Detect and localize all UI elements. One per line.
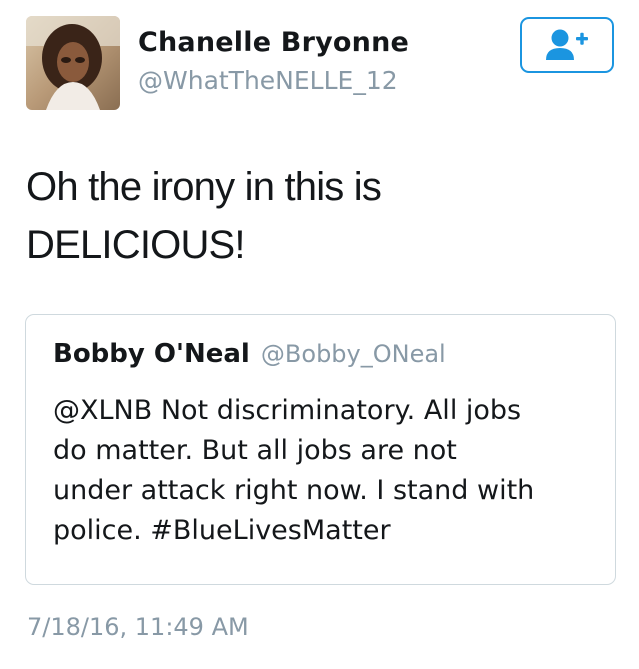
author-avatar[interactable] (26, 16, 120, 110)
author-handle[interactable]: @WhatTheNELLE_12 (138, 66, 398, 95)
quoted-author-handle: @Bobby_ONeal (260, 340, 446, 368)
quoted-text-line: under attack right now. I stand with (53, 475, 535, 506)
quoted-tweet-card[interactable]: Bobby O'Neal @Bobby_ONeal @XLNB Not disc… (25, 314, 616, 585)
quoted-tweet-text: @XLNB Not discriminatory. All jobs do ma… (53, 391, 603, 551)
tweet-text-line: DELICIOUS! (26, 223, 246, 267)
author-display-name[interactable]: Chanelle Bryonne (138, 27, 409, 58)
quoted-text-line: @XLNB Not discriminatory. All jobs (53, 395, 522, 426)
quoted-tweet-header: Bobby O'Neal @Bobby_ONeal (53, 339, 446, 369)
tweet-card: Chanelle Bryonne @WhatTheNELLE_12 Oh the… (0, 0, 639, 669)
tweet-text-line: Oh the irony in this is (26, 165, 382, 209)
quoted-author-name: Bobby O'Neal (53, 339, 250, 369)
tweet-text: Oh the irony in this is DELICIOUS! (26, 158, 586, 274)
quoted-text-line: police. #BlueLivesMatter (53, 515, 391, 546)
follow-button[interactable] (520, 17, 614, 73)
avatar-photo-icon (26, 16, 120, 110)
quoted-text-line: do matter. But all jobs are not (53, 435, 457, 466)
follow-user-plus-icon (546, 29, 588, 60)
tweet-timestamp[interactable]: 7/18/16, 11:49 AM (27, 613, 249, 641)
